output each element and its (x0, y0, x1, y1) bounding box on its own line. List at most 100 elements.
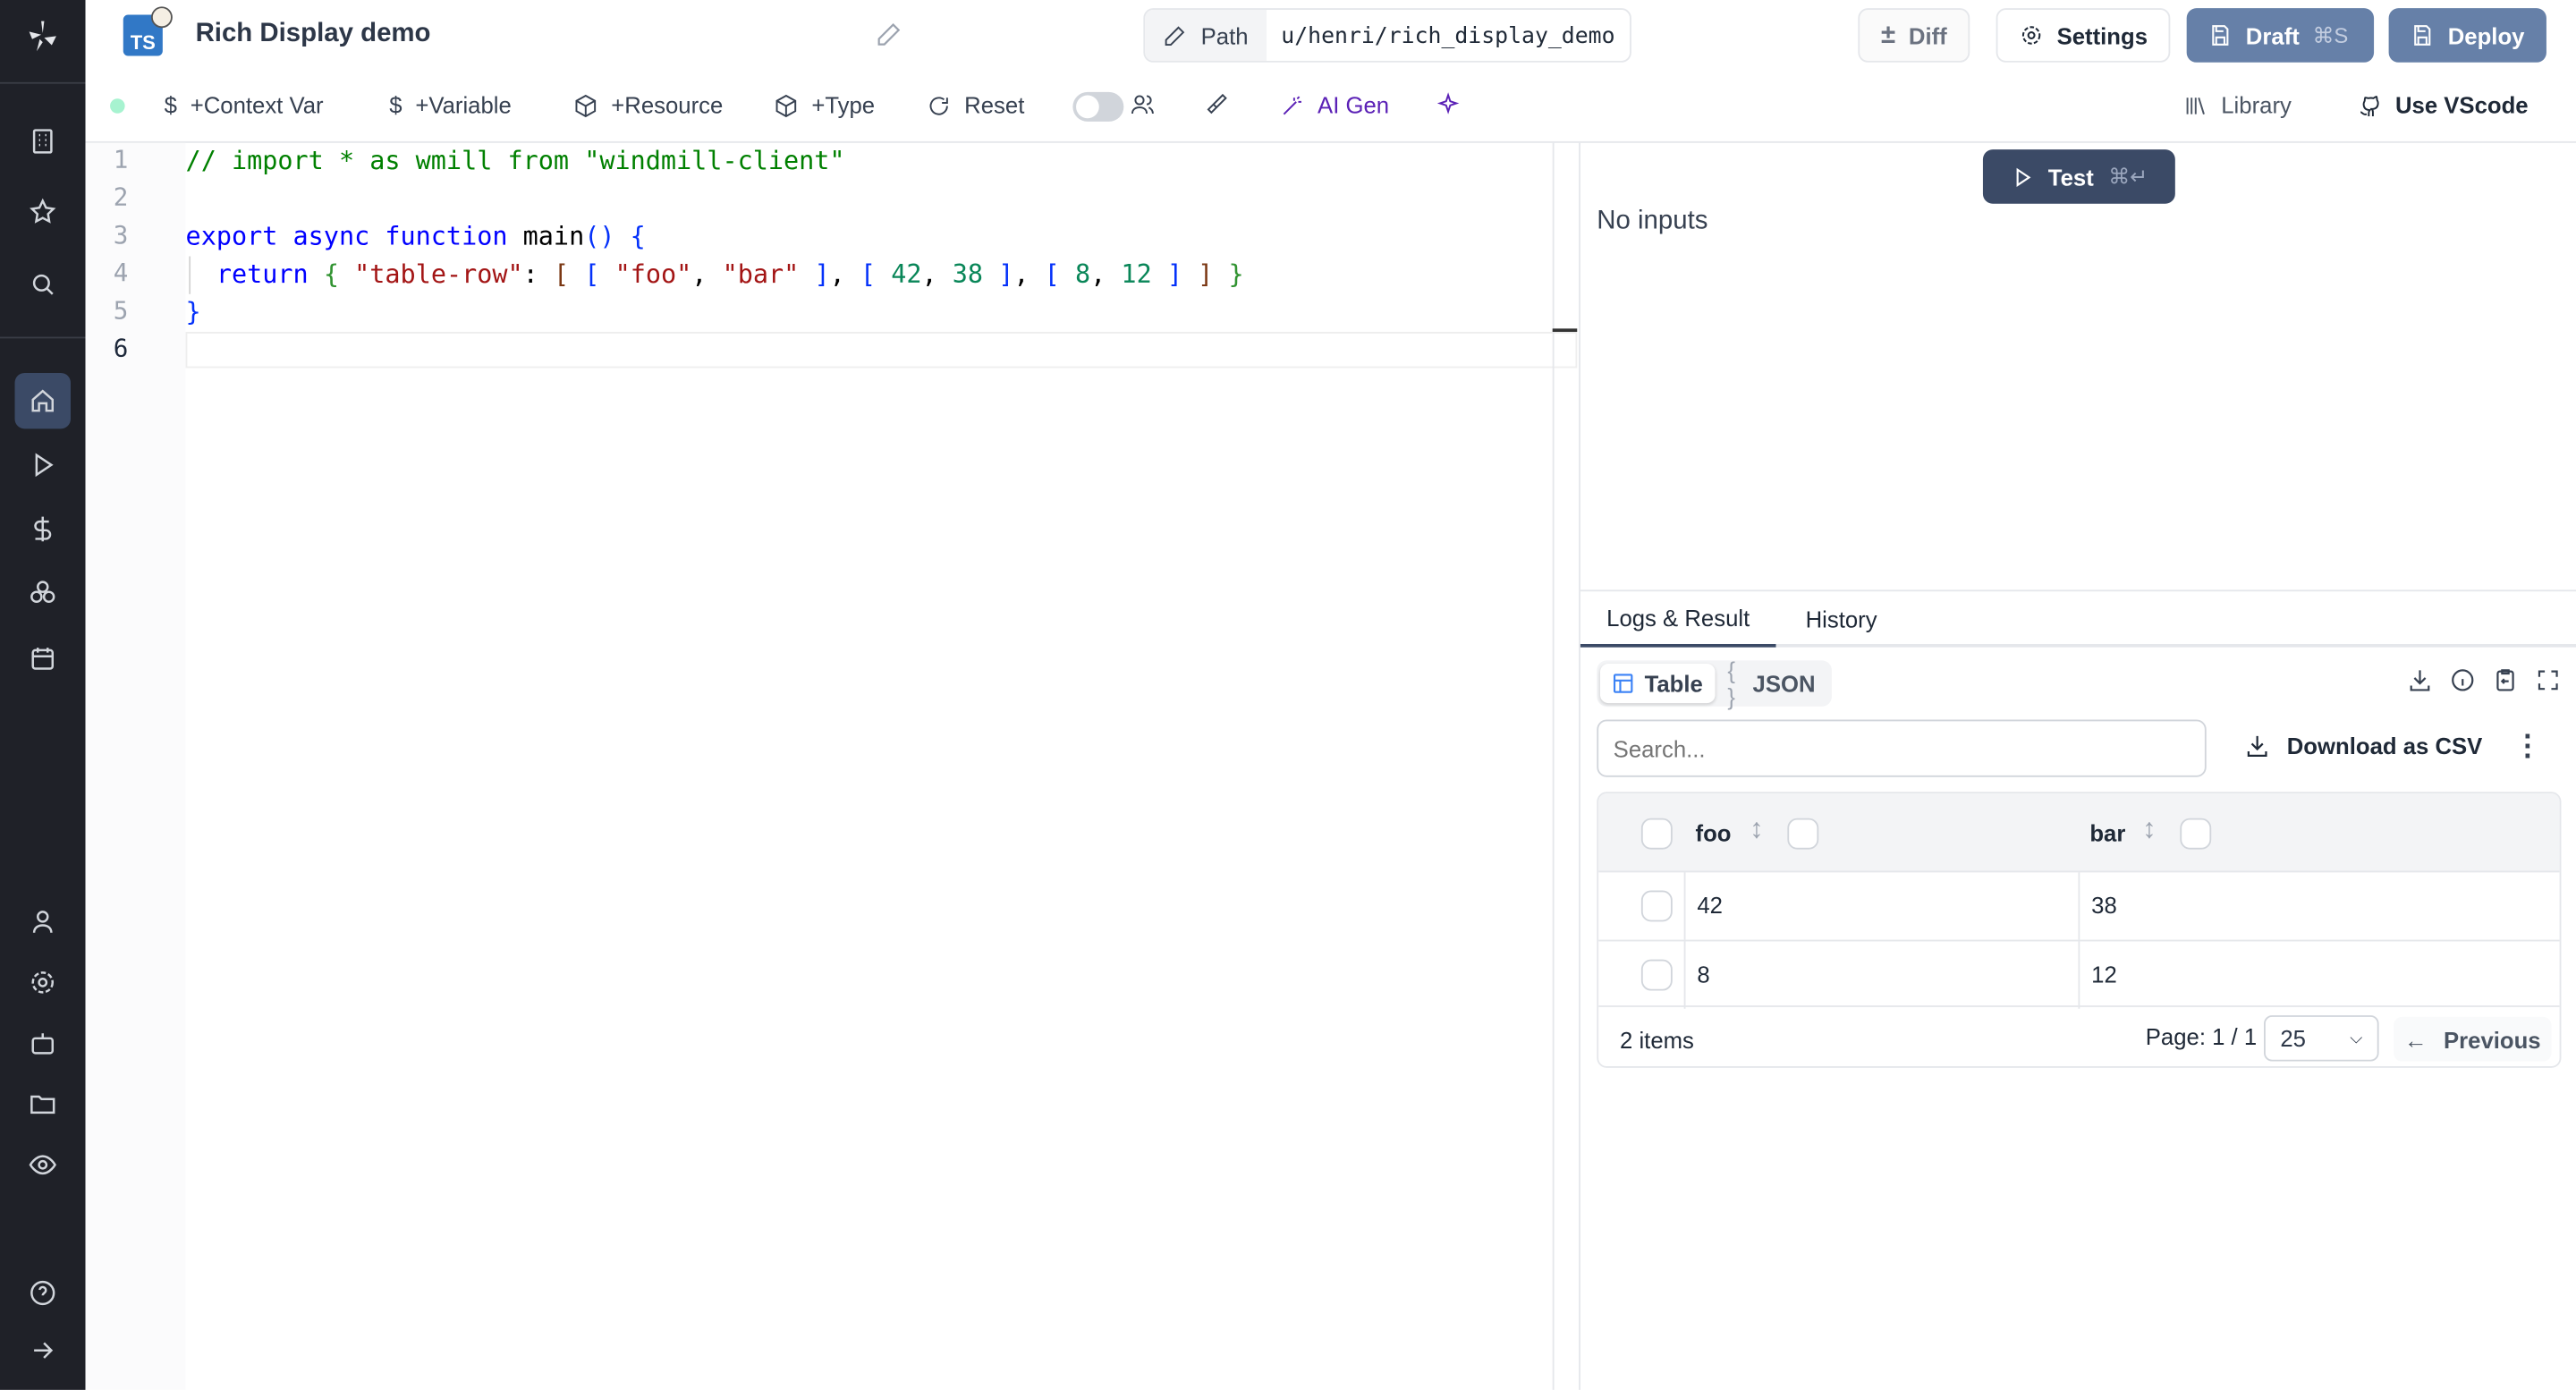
code-line[interactable]: } (186, 294, 201, 332)
column-checkbox-foo[interactable] (1787, 818, 1819, 850)
settings-gear-icon[interactable] (23, 962, 63, 1002)
runs-play-icon[interactable] (23, 445, 63, 485)
code-editor[interactable]: 123456 // import * as wmill from "windmi… (85, 142, 1580, 1390)
row-checkbox[interactable] (1640, 959, 1673, 991)
fullscreen-icon[interactable] (2535, 667, 2561, 693)
column-header-foo[interactable]: foo (1696, 820, 1732, 846)
github-icon (2360, 95, 2379, 116)
code-token: () { (584, 221, 646, 252)
code-line[interactable]: return { "table-row": [ [ "foo", "bar" ]… (186, 257, 1244, 294)
pencil-icon (1165, 25, 1185, 46)
save-icon (2212, 25, 2229, 46)
code-line[interactable]: export async function main() { (186, 218, 646, 256)
resources-icon[interactable] (23, 573, 63, 613)
format-brush-icon[interactable] (1204, 92, 1229, 117)
page-size-select[interactable]: 25 ⌵ (2264, 1015, 2379, 1062)
code-token: ] (1151, 259, 1183, 290)
previous-page-button[interactable]: ← Previous (2394, 1016, 2552, 1062)
code-token: 38 (952, 259, 984, 290)
package-icon (775, 93, 797, 117)
add-type-button[interactable]: +Type (774, 92, 875, 118)
info-icon[interactable] (2450, 667, 2476, 693)
code-token: [ (860, 259, 892, 290)
code-area[interactable]: // import * as wmill from "windmill-clie… (185, 143, 1578, 1390)
script-title: Rich Display demo (195, 20, 431, 48)
variables-dollar-icon[interactable] (23, 509, 63, 548)
chevron-down-icon: ⌵ (2350, 1029, 2363, 1047)
code-token: // import * as wmill from "windmill-clie… (185, 146, 845, 176)
use-vscode-button[interactable]: Use VScode (2358, 92, 2529, 118)
table-cell: 12 (2091, 961, 2117, 987)
arrow-left-icon: ← (2403, 1026, 2428, 1053)
audit-eye-icon[interactable] (23, 1145, 63, 1184)
reset-icon (929, 96, 948, 114)
workspace-icon[interactable] (23, 122, 63, 161)
table-row[interactable]: 8 12 (1598, 939, 2560, 1009)
column-header-bar[interactable]: bar (2089, 820, 2125, 846)
home-icon[interactable] (14, 372, 71, 429)
table-row[interactable]: 42 38 (1598, 872, 2559, 940)
search-icon[interactable] (23, 265, 63, 304)
expand-arrow-icon[interactable] (23, 1331, 63, 1370)
folder-icon[interactable] (23, 1084, 63, 1123)
line-number: 5 (113, 295, 129, 326)
help-icon[interactable] (23, 1273, 63, 1312)
path-field[interactable]: Path u/henri/rich_display_demo (1143, 8, 1631, 63)
more-options-icon[interactable]: · · · (2523, 721, 2533, 770)
clipboard-copy-icon[interactable] (2492, 667, 2518, 693)
test-button[interactable]: Test ⌘↵ (1982, 149, 2175, 204)
view-json-button[interactable]: { } JSON (1715, 657, 1829, 710)
code-token: "table-row" (354, 259, 523, 290)
schedules-calendar-icon[interactable] (23, 639, 63, 678)
star-icon[interactable] (23, 192, 63, 232)
line-number: 2 (113, 182, 129, 212)
sort-icon[interactable]: ↕ (1750, 813, 1764, 846)
tab-history[interactable]: History (1806, 591, 1877, 647)
multiplayer-toggle[interactable] (1072, 91, 1124, 122)
download-csv-button[interactable]: Download as CSV (2244, 733, 2482, 759)
sort-icon[interactable]: ↕ (2142, 813, 2157, 846)
download-icon[interactable] (2407, 667, 2433, 693)
result-tabs: Logs & Result History (1580, 591, 2576, 648)
add-context-var-button[interactable]: $ +Context Var (165, 92, 324, 118)
reset-button[interactable]: Reset (927, 92, 1024, 118)
download-icon (2247, 735, 2267, 757)
deploy-button[interactable]: Deploy (2388, 8, 2546, 63)
column-checkbox-bar[interactable] (2180, 818, 2212, 850)
draft-button[interactable]: Draft ⌘S (2186, 8, 2375, 63)
user-icon[interactable] (23, 902, 63, 941)
code-token: , (921, 259, 953, 290)
code-token: main (522, 221, 585, 252)
library-button[interactable]: Library (2183, 92, 2292, 118)
add-variable-button[interactable]: $ +Variable (389, 92, 511, 118)
diff-button[interactable]: ± Diff (1858, 8, 1970, 63)
line-number: 1 (113, 144, 129, 174)
code-token: "foo" (614, 259, 692, 290)
code-token: { (323, 259, 355, 290)
users-icon[interactable] (1131, 92, 1156, 117)
row-checkbox[interactable] (1640, 890, 1673, 922)
edit-title-pencil-icon[interactable] (876, 21, 902, 53)
windmill-logo-icon[interactable] (23, 16, 63, 55)
view-table-button[interactable]: Table (1599, 664, 1715, 704)
code-token: [ (584, 259, 615, 290)
play-icon (2015, 166, 2030, 187)
code-token: [ (553, 259, 585, 290)
table-icon (1613, 674, 1633, 693)
search-input[interactable] (1597, 719, 2207, 777)
path-value[interactable]: u/henri/rich_display_demo (1267, 10, 1630, 61)
add-resource-button[interactable]: +Resource (573, 92, 723, 118)
code-token: 42 (891, 259, 922, 290)
ai-gen-button[interactable]: AI Gen (1280, 92, 1389, 118)
sidebar (0, 0, 86, 1390)
tab-logs-result[interactable]: Logs & Result (1580, 591, 1776, 648)
settings-button[interactable]: Settings (1996, 8, 2171, 63)
workers-bot-icon[interactable] (23, 1023, 63, 1063)
status-dot (110, 98, 125, 114)
code-line[interactable]: // import * as wmill from "windmill-clie… (186, 143, 845, 181)
select-all-checkbox[interactable] (1640, 818, 1673, 850)
result-table: foo ↕ bar ↕ 42 38 8 12 2 items Page: 1 / 1 … (1597, 792, 2562, 1068)
table-cell: 8 (1697, 961, 1710, 987)
items-count: 2 items (1620, 1026, 1694, 1054)
ai-sparkles-icon[interactable] (1436, 92, 1461, 117)
